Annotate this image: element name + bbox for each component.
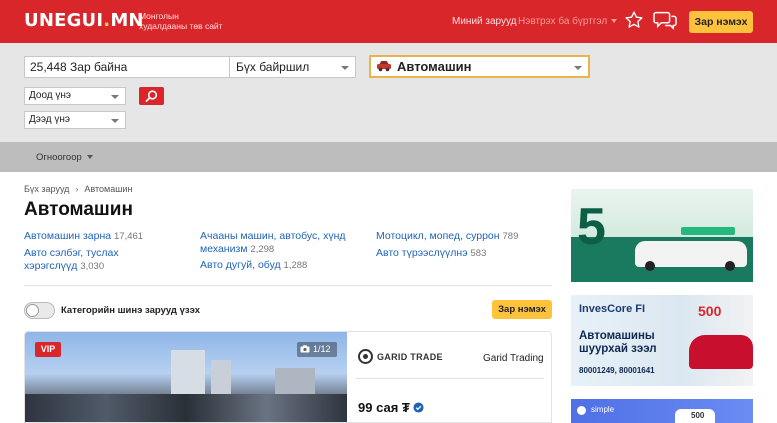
chevron-down-icon [111,119,119,123]
site-logo[interactable]: UNEGUI.MN [24,10,144,31]
subcategory-label: Авто түрээслүүлнэ [376,247,468,259]
star-icon[interactable] [624,10,644,30]
post-ad-button-secondary[interactable]: Зар нэмэх [492,300,552,319]
dealer-brand: GARID TRADE [377,352,443,362]
listing-card[interactable]: VIP 1/12 GARID TRADE Garid Trading 99 са… [24,331,552,423]
min-price-select[interactable]: Доод үнэ [24,87,126,105]
login-link[interactable]: Нэвтрэх ба бүртгэл [518,16,618,27]
subcategory-label: Авто сэлбэг, туслах хэрэгслүүд [24,247,119,272]
new-ads-toggle-label: Категорийн шинэ зарууд үзэх [61,305,200,316]
subcategory-count: 2,298 [250,244,275,255]
ad-car-image [689,335,753,369]
chevron-right-icon: › [75,184,79,194]
chat-icon[interactable] [653,9,677,31]
ad-phone: 80001249, 80001641 [579,366,655,375]
subcategory-count: 3,030 [80,261,105,272]
subcategory-label: Авто дугуй, обуд [200,259,281,271]
subcategory-link[interactable]: Мотоцикл, мопед, суррон 789 [376,230,518,243]
subcategory-link[interactable]: Авто дугуй, обуд 1,288 [200,259,307,272]
card-divider [356,378,544,379]
post-ad-button[interactable]: Зар нэмэх [689,11,753,33]
banner-ad-1[interactable]: 5 [571,189,753,282]
dealer-logo-icon [358,349,373,364]
ad-brand: InvesCore FI [579,303,646,315]
photo-detail [25,394,347,422]
banner-ad-2[interactable]: InvesCore FI 500 Автомашины шуурхай зээл… [571,295,753,386]
chevron-down-icon [611,19,618,24]
login-label: Нэвтрэх ба бүртгэл [518,16,608,27]
ad-badge [681,227,735,235]
photo-detail [171,350,205,400]
toggle-knob [26,304,39,317]
chevron-down-icon [111,95,119,99]
ad-car-image [635,241,747,271]
camera-icon [300,345,310,353]
sort-bar: Огноогоор [0,142,777,172]
sort-dropdown[interactable]: Огноогоор [36,152,93,163]
category-value: Автомашин [397,59,472,74]
search-button[interactable] [139,87,164,105]
page-title: Автомашин [24,199,133,220]
dealer-name[interactable]: Garid Trading [483,353,544,364]
subcategory-count: 789 [502,231,519,242]
breadcrumb: Бүх зарууд › Автомашин [24,184,132,194]
ad-amount: 500 [698,303,722,319]
section-divider [24,285,552,286]
listing-photo[interactable]: VIP 1/12 [25,332,347,422]
breadcrumb-current[interactable]: Автомашин [84,184,132,194]
ad-number: 5 [577,198,606,256]
photo-counter: 1/12 [297,342,337,357]
max-price-select[interactable]: Дээд үнэ [24,111,126,129]
search-icon [145,90,158,102]
subcategory-link[interactable]: Автомашин зарна 17,461 [24,230,143,243]
subcategory-count: 1,288 [283,260,308,271]
chevron-down-icon [574,66,582,70]
subcategory-count: 583 [470,248,487,259]
banner-ad-3[interactable]: simple 500 [571,399,753,423]
site-tagline: Монголын худалдааны төв сайт [139,11,223,31]
price-value: 99 сая ₮ [358,400,410,415]
subcategory-count: 17,461 [114,231,144,242]
subcategory-link[interactable]: Авто түрээслүүлнэ 583 [376,247,486,260]
search-input[interactable]: 25,448 Зар байна [24,56,230,78]
subcategory-link[interactable]: Ачааны машин, автобус, хүнд механизм 2,2… [200,230,360,256]
verified-icon [413,402,424,413]
subcategory-label: Автомашин зарна [24,230,112,242]
min-price-value: Доод үнэ [29,90,72,101]
ad-brand: simple [591,405,615,414]
category-select[interactable]: Автомашин [369,55,590,78]
subcategory-label: Мотоцикл, мопед, суррон [376,230,500,242]
chevron-down-icon [86,155,93,160]
ad-logo-icon [577,406,586,415]
sort-value: Огноогоор [36,152,82,163]
vip-badge: VIP [35,342,61,357]
listing-price: 99 сая ₮ [358,400,424,415]
location-value: Бүх байршил [236,60,310,74]
top-header: UNEGUI.MN Монголын худалдааны төв сайт М… [0,0,777,43]
new-ads-toggle[interactable] [24,302,55,319]
subcategory-link[interactable]: Авто сэлбэг, туслах хэрэгслүүд 3,030 [24,247,154,273]
max-price-value: Дээд үнэ [29,114,70,125]
my-ads-link[interactable]: Миний зарууд [452,16,517,27]
ad-headline: Автомашины шуурхай зээл [579,330,657,355]
photo-count-value: 1/12 [313,344,331,354]
location-select[interactable]: Бүх байршил [229,56,356,78]
breadcrumb-all[interactable]: Бүх зарууд [24,184,69,194]
ad-amount: 500 [675,409,715,423]
car-icon [377,61,391,72]
chevron-down-icon [341,66,349,70]
